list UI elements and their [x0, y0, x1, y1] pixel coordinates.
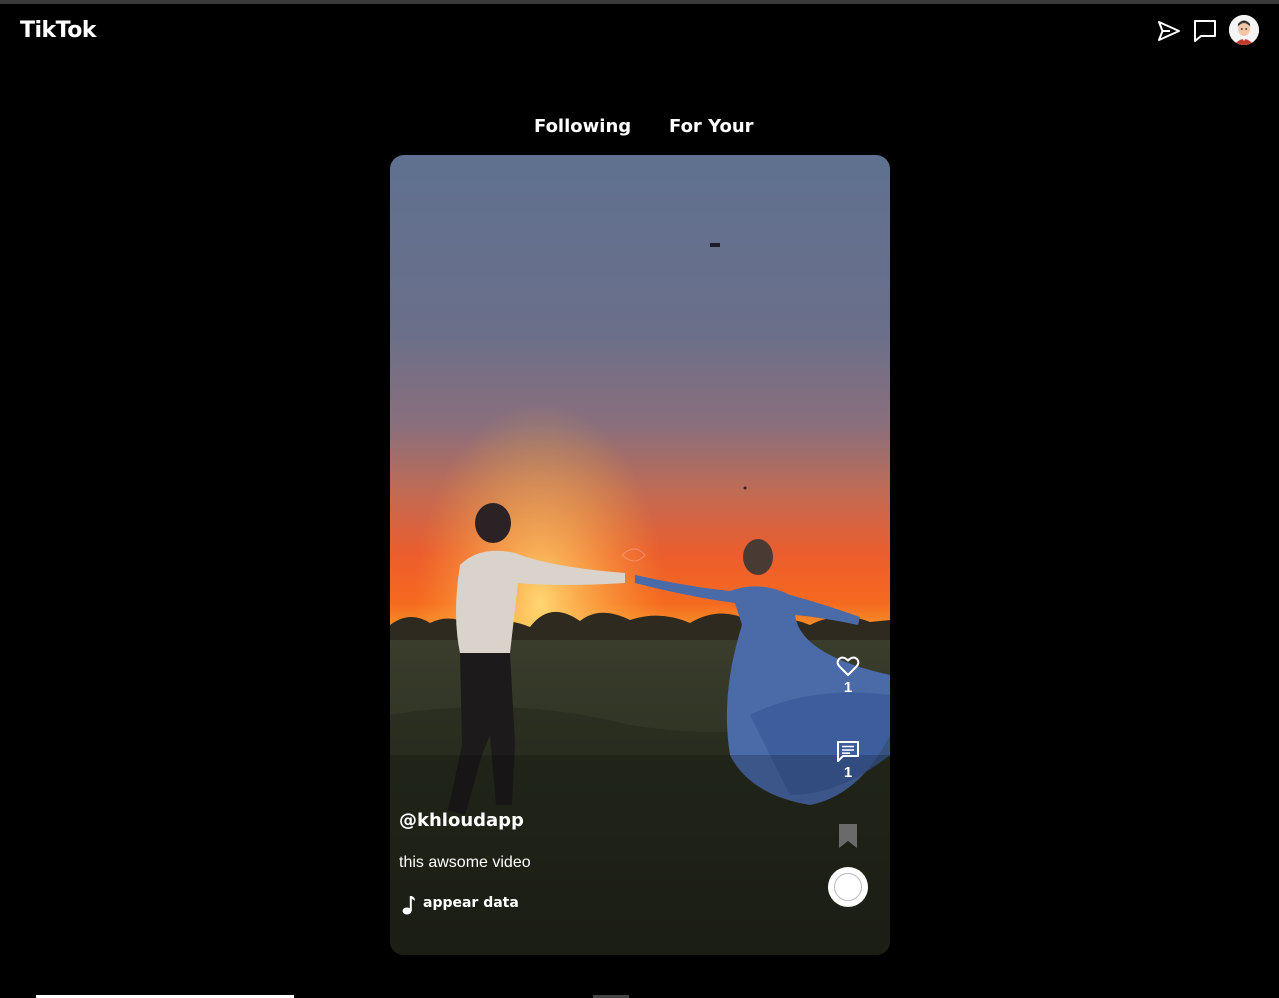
- comment-button[interactable]: 1: [826, 740, 870, 781]
- disc-icon: [834, 873, 862, 901]
- tab-following[interactable]: Following: [534, 116, 631, 137]
- music-title: appear data: [423, 895, 519, 911]
- header: TikTok: [0, 4, 1279, 60]
- send-icon[interactable]: [1156, 18, 1182, 44]
- app-logo[interactable]: TikTok: [20, 18, 97, 43]
- like-count: 1: [843, 679, 853, 696]
- bookmark-icon: [839, 824, 857, 848]
- heart-icon: [836, 656, 860, 676]
- music-disc-button[interactable]: [828, 867, 868, 907]
- like-button[interactable]: 1: [826, 655, 870, 696]
- feed-tabs: Following For Your: [0, 116, 1279, 142]
- video-frame: [390, 155, 890, 955]
- post-caption: this awsome video: [399, 854, 531, 871]
- post-username[interactable]: @khloudapp: [399, 810, 524, 831]
- tab-for-you[interactable]: For Your: [669, 116, 754, 137]
- music-note-icon: [402, 896, 415, 915]
- bookmark-button[interactable]: [826, 823, 870, 849]
- avatar[interactable]: [1229, 15, 1259, 45]
- comment-icon: [837, 741, 859, 762]
- message-icon[interactable]: [1192, 18, 1218, 44]
- video-player[interactable]: 1 1 @khloudapp this awsome video appear …: [390, 155, 890, 955]
- comment-count: 1: [843, 764, 853, 781]
